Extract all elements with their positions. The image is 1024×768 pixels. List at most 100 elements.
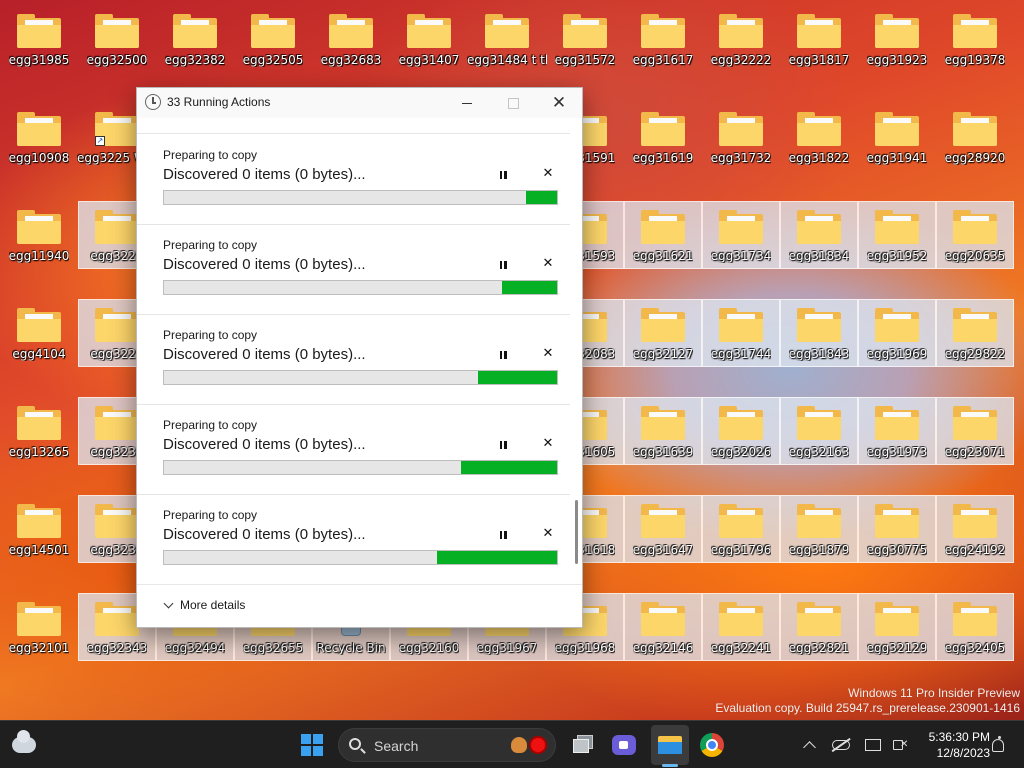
- desktop-folder-icon[interactable]: egg31744: [702, 299, 780, 367]
- folder-icon: [17, 308, 61, 342]
- desktop-folder-icon[interactable]: egg31617: [625, 6, 701, 72]
- file-explorer-icon[interactable]: [651, 725, 689, 765]
- folder-icon: [719, 14, 763, 48]
- folder-icon: [641, 602, 685, 636]
- network-icon[interactable]: [861, 731, 885, 759]
- desktop-folder-icon[interactable]: egg32163: [780, 397, 858, 465]
- desktop-folder-icon[interactable]: egg20635: [936, 201, 1014, 269]
- desktop-folder-icon[interactable]: egg31647: [624, 495, 702, 563]
- desktop-folder-icon[interactable]: egg13265: [1, 398, 77, 464]
- desktop-folder-icon[interactable]: egg31834: [780, 201, 858, 269]
- desktop-folder-icon[interactable]: egg31621: [624, 201, 702, 269]
- desktop-folder-icon[interactable]: egg32146: [624, 593, 702, 661]
- desktop-folder-icon[interactable]: egg32500: [79, 6, 155, 72]
- desktop-folder-icon[interactable]: egg31572: [547, 6, 623, 72]
- desktop-folder-icon[interactable]: egg31639: [624, 397, 702, 465]
- desktop-folder-icon[interactable]: egg32127: [624, 299, 702, 367]
- progress-bar: [163, 190, 558, 205]
- desktop-folder-icon[interactable]: egg31941: [859, 104, 935, 170]
- desktop-folder-icon[interactable]: egg31985: [1, 6, 77, 72]
- desktop-icon-label: Recycle Bin: [316, 642, 386, 655]
- desktop-folder-icon[interactable]: egg32101: [1, 594, 77, 660]
- operation-detail: Discovered 0 items (0 bytes)...: [163, 346, 366, 363]
- folder-icon: [641, 504, 685, 538]
- desktop-folder-icon[interactable]: egg31879: [780, 495, 858, 563]
- desktop-folder-icon[interactable]: egg24192: [936, 495, 1014, 563]
- desktop-folder-icon[interactable]: egg31969: [858, 299, 936, 367]
- copy-operation-item: Preparing to copy Discovered 0 items (0 b…: [137, 494, 570, 584]
- onedrive-offline-icon[interactable]: [829, 731, 853, 759]
- pause-button[interactable]: [495, 167, 511, 183]
- cancel-operation-button[interactable]: ✕: [540, 166, 556, 182]
- task-view-button[interactable]: [566, 729, 598, 761]
- cancel-operation-button[interactable]: ✕: [540, 256, 556, 272]
- taskbar-search-box[interactable]: Search: [338, 728, 556, 762]
- folder-icon: [641, 112, 685, 146]
- desktop-folder-icon[interactable]: egg31484 t this picture: [467, 6, 547, 72]
- pause-button[interactable]: [495, 257, 511, 273]
- desktop-folder-icon[interactable]: egg31796: [702, 495, 780, 563]
- desktop-folder-icon[interactable]: egg31734: [702, 201, 780, 269]
- more-details-toggle[interactable]: More details: [163, 598, 245, 612]
- desktop-folder-icon[interactable]: egg14501: [1, 496, 77, 562]
- desktop-folder-icon[interactable]: egg32405: [936, 593, 1014, 661]
- desktop-folder-icon[interactable]: egg32241: [702, 593, 780, 661]
- cancel-operation-button[interactable]: ✕: [540, 436, 556, 452]
- desktop-folder-icon[interactable]: egg29822: [936, 299, 1014, 367]
- desktop-folder-icon[interactable]: egg31817: [781, 6, 857, 72]
- desktop-icon-label: egg32160: [398, 642, 460, 655]
- desktop-folder-icon[interactable]: egg32382: [157, 6, 233, 72]
- desktop-folder-icon[interactable]: egg32129: [858, 593, 936, 661]
- operations-scrollbar[interactable]: [572, 118, 582, 584]
- chrome-icon[interactable]: [696, 729, 728, 761]
- desktop-folder-icon[interactable]: egg31952: [858, 201, 936, 269]
- folder-icon: [407, 14, 451, 48]
- cancel-operation-button[interactable]: ✕: [540, 346, 556, 362]
- desktop-folder-icon[interactable]: egg4104: [1, 300, 77, 366]
- desktop-folder-icon[interactable]: egg31843: [780, 299, 858, 367]
- operations-list[interactable]: Preparing to copy Discovered 0 items (0 b…: [137, 118, 582, 584]
- search-label: Search: [374, 738, 419, 754]
- weather-widget-icon[interactable]: [8, 729, 40, 761]
- desktop-folder-icon[interactable]: egg32222: [703, 6, 779, 72]
- desktop-folder-icon[interactable]: egg23071: [936, 397, 1014, 465]
- pause-button[interactable]: [495, 347, 511, 363]
- start-button[interactable]: [296, 729, 328, 761]
- progress-bar: [163, 550, 558, 565]
- desktop-folder-icon[interactable]: egg11940: [1, 202, 77, 268]
- desktop-folder-icon[interactable]: egg30775: [858, 495, 936, 563]
- desktop-folder-icon[interactable]: egg32821: [780, 593, 858, 661]
- folder-icon: [875, 504, 919, 538]
- desktop-folder-icon[interactable]: egg28920: [937, 104, 1013, 170]
- taskbar-clock[interactable]: 5:36:30 PM 12/8/2023: [914, 729, 990, 761]
- show-hidden-icons-button[interactable]: [797, 731, 821, 759]
- folder-icon: [875, 308, 919, 342]
- pause-button[interactable]: [495, 527, 511, 543]
- folder-icon: [953, 602, 997, 636]
- folder-icon: [797, 112, 841, 146]
- dialog-title: 33 Running Actions: [167, 95, 271, 109]
- desktop-icon-label: egg32343: [86, 642, 148, 655]
- desktop-folder-icon[interactable]: egg31822: [781, 104, 857, 170]
- desktop-folder-icon[interactable]: egg32026: [702, 397, 780, 465]
- desktop-folder-icon[interactable]: egg31619: [625, 104, 701, 170]
- meet-app-icon[interactable]: [608, 729, 640, 761]
- desktop-folder-icon[interactable]: egg32683: [313, 6, 389, 72]
- desktop-folder-icon[interactable]: egg31732: [703, 104, 779, 170]
- cancel-operation-button[interactable]: ✕: [540, 526, 556, 542]
- desktop-folder-icon[interactable]: egg31407: [391, 6, 467, 72]
- desktop-folder-icon[interactable]: egg31923: [859, 6, 935, 72]
- minimize-button[interactable]: [444, 88, 490, 118]
- scrollbar-thumb[interactable]: [575, 500, 578, 564]
- desktop-folder-icon[interactable]: egg32505: [235, 6, 311, 72]
- dialog-titlebar[interactable]: 33 Running Actions ✕: [137, 88, 582, 118]
- clock-time: 5:36:30 PM: [928, 730, 990, 744]
- desktop-folder-icon[interactable]: egg10908: [1, 104, 77, 170]
- close-button[interactable]: ✕: [536, 88, 582, 118]
- pause-button[interactable]: [495, 437, 511, 453]
- desktop-folder-icon[interactable]: egg31973: [858, 397, 936, 465]
- notification-bell-icon[interactable]: [986, 731, 1010, 759]
- volume-muted-icon[interactable]: ✕: [886, 731, 910, 759]
- desktop-icon-label: egg10908: [8, 152, 70, 165]
- desktop-folder-icon[interactable]: egg19378: [937, 6, 1013, 72]
